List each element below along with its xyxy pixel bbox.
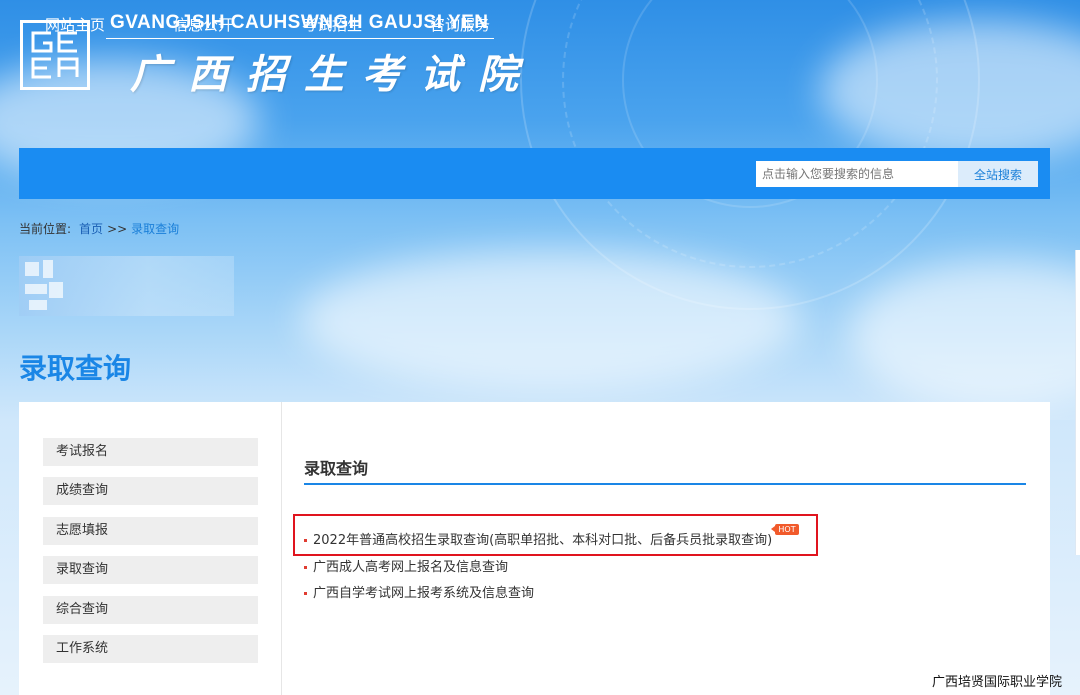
- watermark-text: 广西培贤国际职业学院: [932, 675, 1063, 690]
- pixel-tile: [49, 282, 63, 298]
- cloud-decoration: [820, 20, 1080, 160]
- list-item-adult-exam[interactable]: 广西成人高考网上报名及信息查询: [304, 556, 508, 575]
- breadcrumb-separator: >>: [107, 222, 128, 236]
- sidebar-divider: [281, 402, 282, 695]
- bullet-icon: [304, 592, 307, 595]
- section-underline: [304, 483, 1026, 485]
- pixel-tile: [25, 284, 47, 294]
- bullet-icon: [304, 566, 307, 569]
- right-edge-widget: [1075, 250, 1080, 555]
- search-input[interactable]: [756, 161, 958, 187]
- pixel-tile: [29, 300, 47, 310]
- section-title: 录取查询: [304, 459, 369, 478]
- pixel-tile: [43, 260, 53, 278]
- list-item-label: 广西自学考试网上报考系统及信息查询: [313, 586, 535, 601]
- sidebar-item-general-query[interactable]: 综合查询: [43, 596, 258, 624]
- blurred-banner: [19, 256, 234, 316]
- nav-item-info-public[interactable]: 信息公开: [173, 0, 233, 51]
- list-item-label: 广西成人高考网上报名及信息查询: [313, 560, 509, 575]
- sidebar-item-application-fill[interactable]: 志愿填报: [43, 517, 258, 545]
- list-item-self-study-exam[interactable]: 广西自学考试网上报考系统及信息查询: [304, 582, 534, 601]
- nav-item-consult-service[interactable]: 咨询服务: [430, 0, 490, 51]
- sidebar-item-exam-registration[interactable]: 考试报名: [43, 438, 258, 466]
- cloud-decoration: [850, 260, 1080, 410]
- nav-item-home[interactable]: 网站主页: [45, 0, 105, 51]
- nav-item-exam-admission[interactable]: 考试招生: [302, 0, 362, 51]
- pixel-tile: [25, 262, 39, 276]
- sidebar-item-admission-query[interactable]: 录取查询: [43, 556, 258, 584]
- sidebar-item-work-system[interactable]: 工作系统: [43, 635, 258, 663]
- breadcrumb: 当前位置: 首页 >> 录取查询: [19, 220, 179, 237]
- page-title: 录取查询: [19, 352, 132, 385]
- breadcrumb-current: 录取查询: [131, 222, 180, 236]
- breadcrumb-prefix: 当前位置:: [19, 222, 72, 236]
- highlight-annotation-box: [293, 514, 818, 556]
- site-search-button[interactable]: 全站搜索: [958, 161, 1038, 187]
- sidebar-item-score-query[interactable]: 成绩查询: [43, 477, 258, 505]
- breadcrumb-home-link[interactable]: 首页: [79, 222, 103, 236]
- cloud-decoration: [300, 250, 800, 390]
